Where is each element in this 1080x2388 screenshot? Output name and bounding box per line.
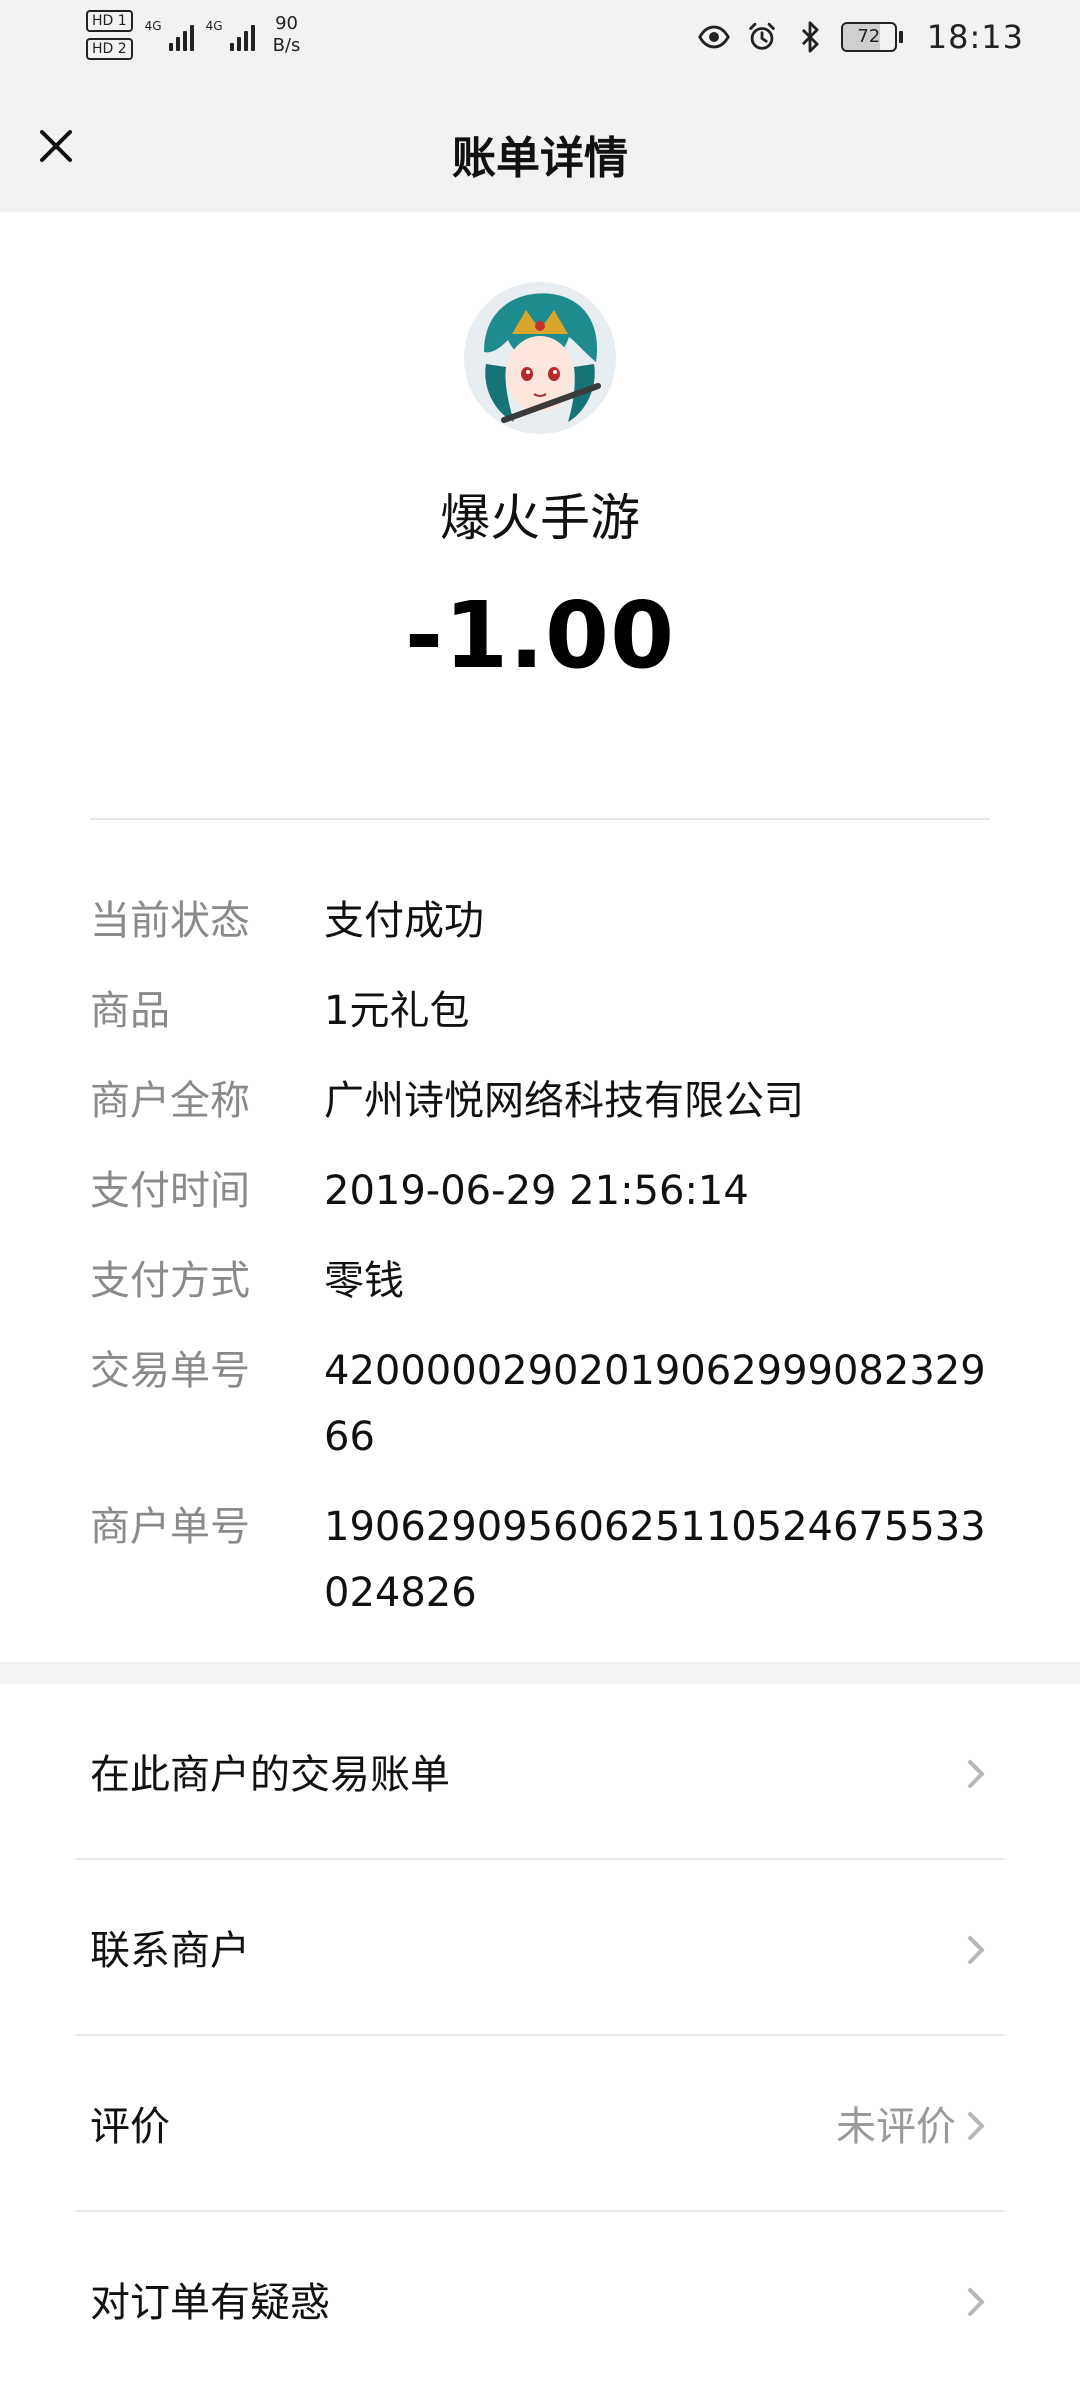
signal-2-icon: 4G <box>206 19 255 51</box>
status-time: 18:13 <box>926 18 1024 56</box>
network-speed: 90 B/s <box>267 13 307 57</box>
status-bar: HD 1 HD 2 4G 4G 90 B/s 72 18:13 <box>0 0 1080 82</box>
detail-label: 交易单号 <box>90 1348 250 1394</box>
hd-indicator-2: HD 2 <box>86 38 133 60</box>
chevron-right-icon <box>968 2112 984 2140</box>
detail-label: 商户全称 <box>90 1078 250 1124</box>
network-speed-unit: B/s <box>272 35 301 56</box>
detail-row-transaction-id: 交易单号 4200000290201906299908232966 <box>90 1338 990 1470</box>
chevron-right-icon <box>968 2288 984 2316</box>
page-title: 账单详情 <box>452 133 628 184</box>
header-bar: 账单详情 <box>0 82 1080 212</box>
detail-value: 19062909560625110524675533024826 <box>324 1504 986 1616</box>
action-list: 在此商户的交易账单 联系商户 评价 未评价 对订单有疑惑 <box>0 1684 1080 2388</box>
detail-row-payment-time: 支付时间 2019-06-29 21:56:14 <box>90 1158 990 1224</box>
detail-row-merchant-full-name: 商户全称 广州诗悦网络科技有限公司 <box>90 1068 990 1134</box>
bill-details: 当前状态 支付成功 商品 1元礼包 商户全称 广州诗悦网络科技有限公司 支付时间… <box>90 888 990 1650</box>
bluetooth-icon <box>801 21 819 53</box>
action-label: 对订单有疑惑 <box>90 2280 330 2326</box>
battery-body: 72 <box>840 22 897 52</box>
merchant-name: 爆火手游 <box>440 489 640 547</box>
signal-2-label: 4G <box>205 19 223 33</box>
detail-row-product: 商品 1元礼包 <box>90 978 990 1044</box>
hd-indicators: HD 1 HD 2 <box>86 10 133 60</box>
detail-row-merchant-order-id: 商户单号 19062909560625110524675533024826 <box>90 1494 990 1626</box>
detail-label: 商品 <box>90 988 170 1034</box>
network-speed-value: 90 <box>275 13 298 34</box>
detail-row-payment-method: 支付方式 零钱 <box>90 1248 990 1314</box>
detail-label: 支付方式 <box>90 1258 250 1304</box>
battery-icon: 72 <box>840 22 903 52</box>
contact-merchant-item[interactable]: 联系商户 <box>0 1860 1080 2036</box>
detail-value: 广州诗悦网络科技有限公司 <box>324 1078 804 1124</box>
action-label: 评价 <box>90 2104 170 2150</box>
battery-percent: 72 <box>857 26 881 47</box>
section-separator <box>0 1662 1080 1684</box>
detail-label: 支付时间 <box>90 1168 250 1214</box>
detail-value: 4200000290201906299908232966 <box>324 1348 986 1460</box>
order-question-item[interactable]: 对订单有疑惑 <box>0 2212 1080 2388</box>
action-label: 在此商户的交易账单 <box>90 1752 450 1798</box>
detail-value: 零钱 <box>324 1258 404 1304</box>
status-right: 72 18:13 <box>697 18 1024 56</box>
section-divider <box>90 818 990 820</box>
merchant-transactions-item[interactable]: 在此商户的交易账单 <box>0 1684 1080 1860</box>
merchant-avatar <box>464 282 616 434</box>
hd-indicator-1: HD 1 <box>86 10 133 32</box>
detail-label: 当前状态 <box>90 898 250 944</box>
detail-row-status: 当前状态 支付成功 <box>90 888 990 954</box>
detail-label: 商户单号 <box>90 1504 250 1550</box>
action-label: 联系商户 <box>90 1928 250 1974</box>
detail-value: 1元礼包 <box>324 988 470 1034</box>
chevron-right-icon <box>968 1760 984 1788</box>
rating-status: 未评价 <box>836 2104 956 2150</box>
battery-cap <box>898 31 903 43</box>
alarm-icon <box>749 22 775 50</box>
signal-1-label: 4G <box>144 19 162 33</box>
eye-icon <box>697 25 730 49</box>
status-left: HD 1 HD 2 4G 4G 90 B/s <box>86 10 307 60</box>
detail-value: 支付成功 <box>324 898 484 944</box>
merchant-avatar-image <box>464 282 616 434</box>
payment-amount: -1.00 <box>404 582 676 689</box>
rate-item[interactable]: 评价 未评价 <box>0 2036 1080 2212</box>
chevron-right-icon <box>968 1936 984 1964</box>
signal-1-icon: 4G <box>145 19 194 51</box>
detail-value: 2019-06-29 21:56:14 <box>324 1168 749 1214</box>
